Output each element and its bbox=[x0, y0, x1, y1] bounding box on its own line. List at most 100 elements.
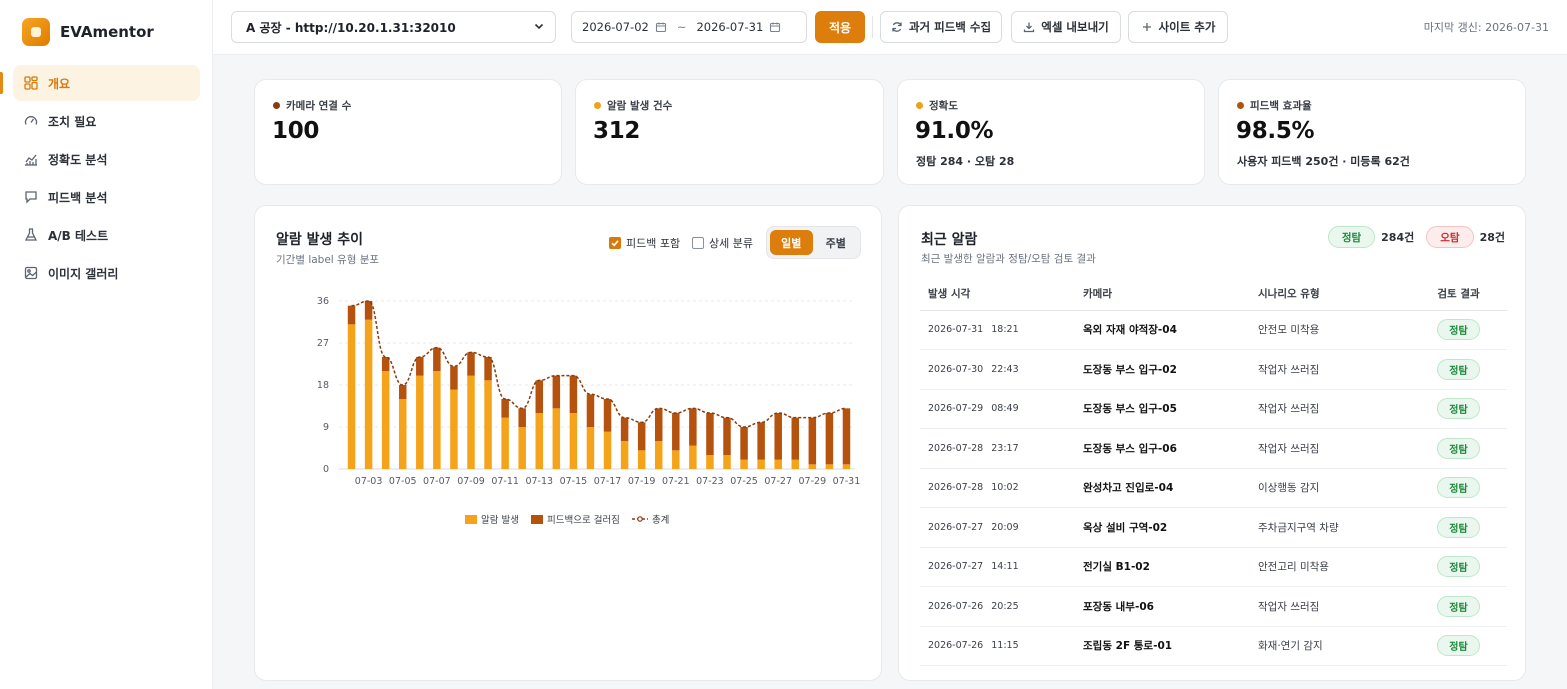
cell-camera: 조립동 2F 통로-01 bbox=[1075, 626, 1250, 666]
result-badge[interactable]: 정탐 bbox=[1437, 595, 1480, 617]
table-row[interactable]: 2026-07-30 22:43 도장동 부스 입구-02 작업자 쓰러짐 정탐 bbox=[920, 349, 1507, 390]
table-row[interactable]: 2026-07-28 23:17 도장동 부스 입구-06 작업자 쓰러짐 정탐 bbox=[920, 428, 1507, 469]
result-badge[interactable]: 정탐 bbox=[1437, 477, 1480, 499]
ng-badge[interactable]: 오탐 bbox=[1426, 226, 1474, 248]
recent-alarms-title: 최근 알람 bbox=[921, 232, 978, 248]
sidebar-item-feedback-analysis[interactable]: 피드백 분석 bbox=[13, 179, 200, 215]
include-feedback-checkbox[interactable]: 피드백 포함 bbox=[609, 235, 680, 251]
stat-card-feedback-efficiency: 피드백 효과율 98.5% 사용자 피드백 250건 · 미등록 62건 bbox=[1218, 79, 1526, 185]
legend-item-total[interactable]: 총계 bbox=[631, 512, 670, 526]
sidebar-item-image-gallery[interactable]: 이미지 갤러리 bbox=[13, 255, 200, 291]
bar-filtered bbox=[757, 422, 765, 460]
cell-time: 2026-07-27 20:09 bbox=[920, 507, 1075, 548]
column-header-result[interactable]: 검토 결과 bbox=[1410, 278, 1507, 311]
column-header-time[interactable]: 발생 시각 bbox=[920, 278, 1075, 311]
column-header-scenario[interactable]: 시나리오 유형 bbox=[1250, 278, 1410, 311]
bar-alarm bbox=[791, 459, 800, 469]
result-badge[interactable]: 정탐 bbox=[1437, 556, 1480, 578]
sidebar: EVAmentor 개요 조치 필요 정확도 분석 피드백 분석 A/B 테스트… bbox=[0, 0, 213, 689]
add-site-button[interactable]: 사이트 추가 bbox=[1128, 11, 1228, 43]
flask-icon bbox=[24, 228, 38, 242]
ok-badge[interactable]: 정탐 bbox=[1327, 226, 1376, 248]
x-tick-label: 07-21 bbox=[662, 476, 690, 487]
period-weekly-button[interactable]: 주별 bbox=[815, 230, 858, 255]
export-excel-label: 엑셀 내보내기 bbox=[1041, 20, 1109, 34]
x-tick-label: 07-07 bbox=[423, 476, 451, 487]
topbar: A 공장 - http://10.20.1.31:32010 2026-07-0… bbox=[213, 0, 1567, 55]
checkbox-unchecked-icon[interactable] bbox=[692, 237, 704, 249]
period-daily-button[interactable]: 일별 bbox=[770, 230, 813, 255]
sidebar-item-accuracy-analysis[interactable]: 정확도 분석 bbox=[13, 141, 200, 177]
sidebar-item-overview[interactable]: 개요 bbox=[13, 65, 200, 101]
cell-camera: 옥상 설비 구역-02 bbox=[1075, 507, 1250, 548]
result-badge[interactable]: 정탐 bbox=[1437, 398, 1480, 420]
result-badge[interactable]: 정탐 bbox=[1437, 437, 1480, 459]
alarm-trend-chart: 0 9 18 27 36 07-03 07-05 07-07 07-09 07-11 07-13 07… bbox=[317, 296, 860, 487]
result-badge[interactable]: 정탐 bbox=[1437, 516, 1480, 538]
cell-time: 2026-07-26 20:25 bbox=[920, 586, 1075, 627]
stat-value: 91.0% bbox=[915, 118, 994, 144]
bar-alarm bbox=[842, 464, 851, 469]
sidebar-item-action-required[interactable]: 조치 필요 bbox=[13, 103, 200, 139]
y-tick-label: 18 bbox=[317, 380, 329, 391]
table-row[interactable]: 2026-07-26 20:25 포장동 내부-06 작업자 쓰러짐 정탐 bbox=[920, 586, 1507, 627]
cell-result: 정탐 bbox=[1410, 507, 1507, 548]
table-row[interactable]: 2026-07-29 08:49 도장동 부스 입구-05 작업자 쓰러짐 정탐 bbox=[920, 389, 1507, 429]
ok-count: 284건 bbox=[1381, 231, 1415, 244]
calendar-icon[interactable] bbox=[769, 21, 781, 33]
sidebar-item-ab-test[interactable]: A/B 테스트 bbox=[13, 217, 200, 253]
stat-card-camera-count: 카메라 연결 수 100 bbox=[254, 79, 562, 185]
bar-filtered bbox=[706, 413, 714, 455]
table-row[interactable]: 2026-07-26 11:15 조립동 2F 통로-01 화재·연기 감지 정탐 bbox=[920, 626, 1507, 666]
apply-button[interactable]: 적용 bbox=[815, 11, 865, 43]
bar-filtered bbox=[535, 380, 544, 413]
table-row[interactable]: 2026-07-27 14:11 전기실 B1-02 안전고리 미착용 정탐 bbox=[920, 547, 1507, 587]
site-select-value: A 공장 - http://10.20.1.31:32010 bbox=[246, 20, 456, 35]
bar-alarm bbox=[569, 413, 578, 469]
checkbox-checked-icon[interactable] bbox=[609, 237, 621, 249]
detail-classification-label: 상세 분류 bbox=[709, 237, 753, 250]
last-update-text: 마지막 갱신: 2026-07-31 bbox=[1423, 21, 1549, 34]
legend-label: 총계 bbox=[651, 515, 670, 526]
legend-item-filtered[interactable]: 피드백으로 걸러짐 bbox=[530, 512, 620, 526]
legend-item-alarm[interactable]: 알람 발생 bbox=[465, 512, 519, 526]
column-header-camera[interactable]: 카메라 bbox=[1075, 278, 1250, 311]
chart-subtitle: 기간별 label 유형 분포 bbox=[276, 254, 380, 266]
x-tick-label: 07-05 bbox=[389, 476, 417, 487]
result-badge[interactable]: 정탐 bbox=[1437, 358, 1480, 380]
bar-filtered bbox=[552, 375, 561, 409]
export-excel-button[interactable]: 엑셀 내보내기 bbox=[1011, 11, 1121, 43]
y-tick-label: 9 bbox=[323, 422, 329, 433]
table-row[interactable]: 2026-07-28 10:02 완성차고 진입로-04 이상행동 감지 정탐 bbox=[920, 468, 1507, 508]
bar-alarm bbox=[586, 427, 595, 469]
detail-classification-checkbox[interactable]: 상세 분류 bbox=[692, 235, 753, 251]
result-badge[interactable]: 정탐 bbox=[1437, 319, 1480, 341]
brand-logo-icon bbox=[22, 18, 50, 46]
brand-name: EVAmentor bbox=[60, 23, 154, 41]
bar-filtered bbox=[637, 422, 646, 451]
cell-camera: 도장동 부스 입구-06 bbox=[1075, 428, 1250, 469]
date-to[interactable]: 2026-07-31 bbox=[696, 20, 763, 34]
bar-alarm bbox=[484, 380, 492, 469]
bar-filtered bbox=[484, 357, 492, 381]
bar-alarm bbox=[552, 408, 561, 469]
calendar-icon[interactable] bbox=[655, 21, 667, 33]
collect-feedback-label: 과거 피드백 수집 bbox=[908, 20, 992, 34]
sidebar-item-label: 이미지 갤러리 bbox=[48, 266, 119, 281]
result-badge[interactable]: 정탐 bbox=[1437, 635, 1480, 657]
collect-feedback-button[interactable]: 과거 피드백 수집 bbox=[880, 11, 1002, 43]
cell-result: 정탐 bbox=[1410, 349, 1507, 390]
x-tick-label: 07-29 bbox=[799, 476, 827, 487]
cell-time: 2026-07-31 18:21 bbox=[920, 310, 1075, 350]
alarm-trend-card: 알람 발생 추이 기간별 label 유형 분포 피드백 포함 상세 분류 일별… bbox=[254, 205, 882, 681]
toolbar-divider bbox=[872, 16, 873, 38]
site-select[interactable]: A 공장 - http://10.20.1.31:32010 bbox=[231, 11, 556, 43]
download-icon bbox=[1024, 22, 1035, 33]
table-row[interactable]: 2026-07-31 18:21 옥외 자재 야적장-04 안전모 미착용 정탐 bbox=[920, 310, 1507, 350]
table-row[interactable]: 2026-07-27 20:09 옥상 설비 구역-02 주차금지구역 차량 정탐 bbox=[920, 507, 1507, 548]
date-range-picker[interactable]: 2026-07-02 ~ 2026-07-31 bbox=[571, 11, 807, 43]
brand[interactable]: EVAmentor bbox=[22, 18, 154, 46]
image-icon bbox=[24, 266, 38, 280]
date-from[interactable]: 2026-07-02 bbox=[582, 20, 649, 34]
x-tick-label: 07-09 bbox=[457, 476, 485, 487]
